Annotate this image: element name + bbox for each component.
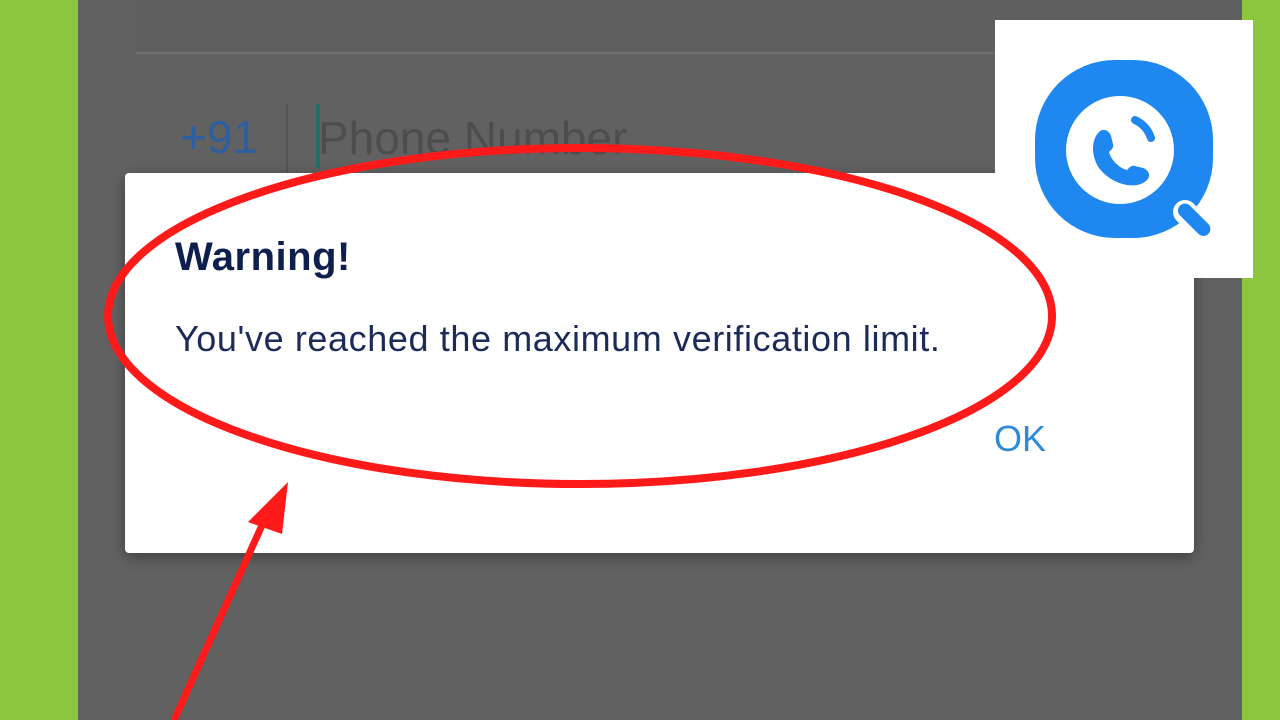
dialog-title: Warning! [175, 235, 351, 279]
dialog-message: You've reached the maximum verification … [175, 318, 941, 359]
app-logo-badge [995, 20, 1253, 278]
field-divider [286, 104, 288, 174]
left-green-border [0, 0, 78, 720]
truecaller-logo-icon [1035, 60, 1223, 250]
country-code[interactable]: +91 [180, 110, 258, 164]
video-thumbnail-frame: +91 Warning! You've reached the maximum … [0, 0, 1280, 720]
phone-number-input[interactable] [318, 108, 1018, 168]
phone-number-row: +91 [178, 100, 1078, 180]
ok-button[interactable]: OK [975, 409, 1065, 469]
